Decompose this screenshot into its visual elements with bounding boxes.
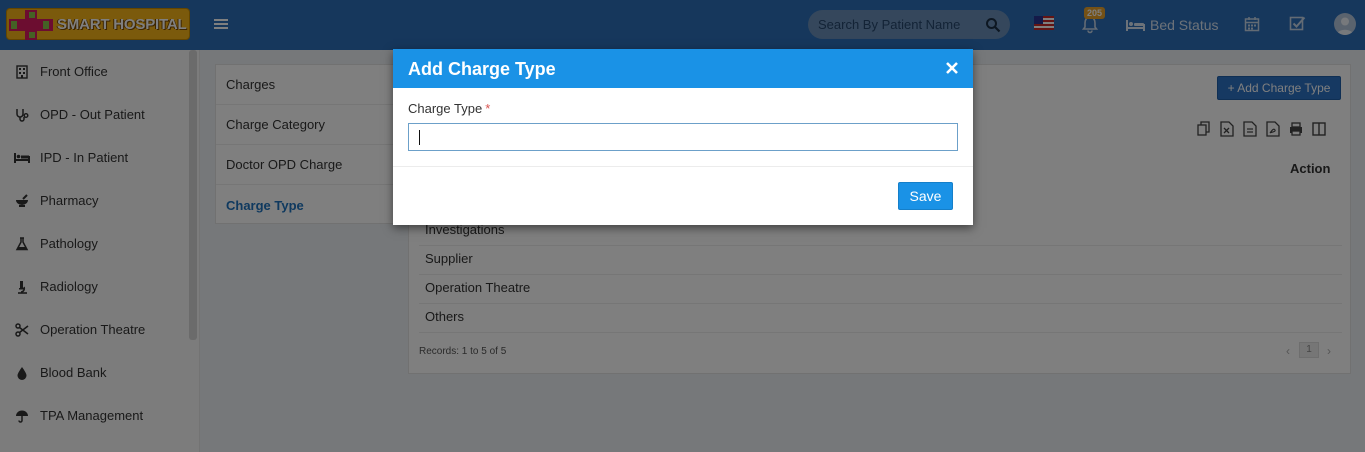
close-icon[interactable] <box>944 60 960 76</box>
add-charge-type-modal: Add Charge Type Charge Type * Save <box>393 49 973 225</box>
required-marker: * <box>485 101 491 116</box>
charge-type-label-text: Charge Type <box>408 101 483 116</box>
modal-title: Add Charge Type <box>408 59 556 79</box>
modal-header: Add Charge Type <box>393 49 973 88</box>
modal-footer-divider <box>393 166 973 167</box>
charge-type-label: Charge Type * <box>408 101 490 116</box>
save-button[interactable]: Save <box>898 182 953 210</box>
charge-type-input[interactable] <box>408 123 958 151</box>
text-cursor <box>419 130 420 145</box>
